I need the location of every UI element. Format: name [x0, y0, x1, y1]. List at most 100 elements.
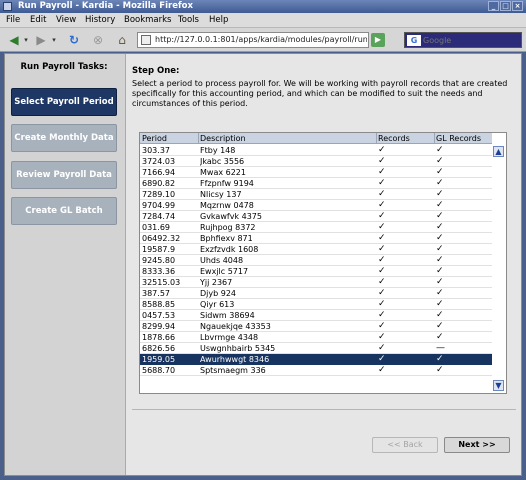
table-row[interactable]: 7289.10 Nlicsy 137 ✓ ✓	[140, 189, 492, 200]
records-cell: ✓	[378, 234, 386, 243]
menu-file[interactable]: File	[6, 15, 20, 25]
table-row[interactable]: 0457.53 Sidwm 38694 ✓ ✓	[140, 310, 492, 321]
table-row[interactable]: 9704.99 Mqzrnw 0478 ✓ ✓	[140, 200, 492, 211]
table-row[interactable]: 8588.85 Qiyr 613 ✓ ✓	[140, 299, 492, 310]
table-row[interactable]: 8299.94 Ngauekjqe 43353 ✓ ✓	[140, 321, 492, 332]
scroll-up-arrow-icon[interactable]: ▲	[493, 146, 504, 157]
column-header-gl-records[interactable]: GL Records	[436, 134, 481, 143]
description-cell: Yjj 2367	[200, 278, 233, 287]
table-row[interactable]: 9245.80 Uhds 4048 ✓ ✓	[140, 255, 492, 266]
description-cell: Sidwm 38694	[200, 311, 255, 320]
back-arrow-icon[interactable]: ◀	[6, 32, 22, 48]
table-row[interactable]: 8333.36 Ewxjlc 5717 ✓ ✓	[140, 266, 492, 277]
create-gl-batch-button[interactable]: Create GL Batch	[11, 197, 117, 225]
column-divider[interactable]	[434, 133, 435, 144]
column-header-records[interactable]: Records	[378, 134, 410, 143]
gl-records-cell: ✓	[436, 278, 444, 287]
period-cell: 9704.99	[142, 201, 176, 210]
period-cell: 1878.66	[142, 333, 176, 342]
forward-arrow-icon[interactable]: ▶	[34, 32, 48, 48]
gl-records-cell: ✓	[436, 223, 444, 232]
table-row[interactable]: 6826.56 Uswgnhbairb 5345 ✓ —	[140, 343, 492, 354]
description-cell: Ewxjlc 5717	[200, 267, 249, 276]
back-button[interactable]: << Back	[372, 437, 438, 453]
table-row[interactable]: 3724.03 Jkabc 3556 ✓ ✓	[140, 156, 492, 167]
gl-records-cell: ✓	[436, 256, 444, 265]
next-button[interactable]: Next >>	[444, 437, 510, 453]
create-monthly-data-button[interactable]: Create Monthly Data	[11, 124, 117, 152]
gl-records-cell: ✓	[436, 267, 444, 276]
period-table: Period Description Records GL Records 30…	[139, 132, 507, 394]
gl-records-cell: —	[436, 344, 445, 353]
records-cell: ✓	[378, 355, 386, 364]
home-icon[interactable]: ⌂	[114, 32, 130, 48]
table-scrollbar[interactable]: ▲ ▼	[492, 133, 506, 393]
minimize-icon[interactable]: _	[488, 1, 499, 11]
records-cell: ✓	[378, 146, 386, 155]
period-cell: 8333.36	[142, 267, 176, 276]
table-row[interactable]: 5688.70 Sptsmaegm 336 ✓ ✓	[140, 365, 492, 376]
menu-edit[interactable]: Edit	[30, 15, 46, 25]
menu-tools[interactable]: Tools	[178, 15, 199, 25]
reload-icon[interactable]: ↻	[66, 32, 82, 48]
gl-records-cell: ✓	[436, 355, 444, 364]
column-divider[interactable]	[376, 133, 377, 144]
url-text[interactable]: http://127.0.0.1:801/apps/kardia/modules…	[155, 35, 367, 44]
table-row[interactable]: 387.57 Djyb 924 ✓ ✓	[140, 288, 492, 299]
go-icon[interactable]: ▶	[371, 33, 385, 47]
stop-icon[interactable]: ⊗	[90, 32, 106, 48]
records-cell: ✓	[378, 267, 386, 276]
step-title: Step One:	[132, 66, 180, 76]
description-cell: Qiyr 613	[200, 300, 235, 309]
gl-records-cell: ✓	[436, 201, 444, 210]
table-row[interactable]: 19587.9 Exzfzvdk 1608 ✓ ✓	[140, 244, 492, 255]
period-cell: 0457.53	[142, 311, 176, 320]
menu-bookmarks[interactable]: Bookmarks	[124, 15, 172, 25]
column-header-period[interactable]: Period	[142, 134, 167, 143]
close-icon[interactable]: ×	[512, 1, 523, 11]
records-cell: ✓	[378, 190, 386, 199]
gl-records-cell: ✓	[436, 168, 444, 177]
menu-history[interactable]: History	[85, 15, 115, 25]
records-cell: ✓	[378, 223, 386, 232]
table-row[interactable]: 7166.94 Mwax 6221 ✓ ✓	[140, 167, 492, 178]
menu-help[interactable]: Help	[209, 15, 228, 25]
period-cell: 8588.85	[142, 300, 176, 309]
description-cell: Mqzrnw 0478	[200, 201, 254, 210]
review-payroll-data-button[interactable]: Review Payroll Data	[11, 161, 117, 189]
table-row[interactable]: 06492.32 Bphfiexv 871 ✓ ✓	[140, 233, 492, 244]
scroll-down-arrow-icon[interactable]: ▼	[493, 380, 504, 391]
records-cell: ✓	[378, 333, 386, 342]
maximize-icon[interactable]: □	[500, 1, 511, 11]
navigation-toolbar: ◀ ▾ ▶ ▾ ↻ ⊗ ⌂ http://127.0.0.1:801/apps/…	[0, 28, 526, 52]
table-row[interactable]: 32515.03 Yjj 2367 ✓ ✓	[140, 277, 492, 288]
records-cell: ✓	[378, 311, 386, 320]
table-row[interactable]: 1959.05 Awurhwwgt 8346 ✓ ✓	[140, 354, 492, 365]
column-header-description[interactable]: Description	[200, 134, 246, 143]
search-input[interactable]	[423, 34, 519, 46]
select-payroll-period-button[interactable]: Select Payroll Period	[11, 88, 117, 116]
back-history-dropdown-icon[interactable]: ▾	[22, 32, 30, 48]
gl-records-cell: ✓	[436, 146, 444, 155]
step-panel: Step One: Select a period to process pay…	[125, 54, 521, 475]
period-cell: 7289.10	[142, 190, 176, 199]
step-description: Select a period to process payroll for. …	[132, 79, 508, 108]
records-cell: ✓	[378, 278, 386, 287]
url-bar[interactable]: http://127.0.0.1:801/apps/kardia/modules…	[137, 32, 369, 48]
description-cell: Ftby 148	[200, 146, 236, 155]
table-row[interactable]: 303.37 Ftby 148 ✓ ✓	[140, 145, 492, 156]
table-row[interactable]: 031.69 Rujhpog 8372 ✓ ✓	[140, 222, 492, 233]
table-row[interactable]: 7284.74 Gvkawfvk 4375 ✓ ✓	[140, 211, 492, 222]
menu-view[interactable]: View	[56, 15, 76, 25]
table-row[interactable]: 6890.82 Ffzpnfw 9194 ✓ ✓	[140, 178, 492, 189]
window-menu-icon[interactable]	[3, 2, 12, 11]
gl-records-cell: ✓	[436, 322, 444, 331]
table-row[interactable]: 1878.66 Lbvrmge 4348 ✓ ✓	[140, 332, 492, 343]
search-engine-icon[interactable]: G	[407, 35, 421, 46]
search-box[interactable]: G	[404, 32, 522, 48]
column-divider[interactable]	[198, 133, 199, 144]
description-cell: Ffzpnfw 9194	[200, 179, 254, 188]
gl-records-cell: ✓	[436, 157, 444, 166]
description-cell: Awurhwwgt 8346	[200, 355, 270, 364]
forward-history-dropdown-icon[interactable]: ▾	[50, 32, 58, 48]
